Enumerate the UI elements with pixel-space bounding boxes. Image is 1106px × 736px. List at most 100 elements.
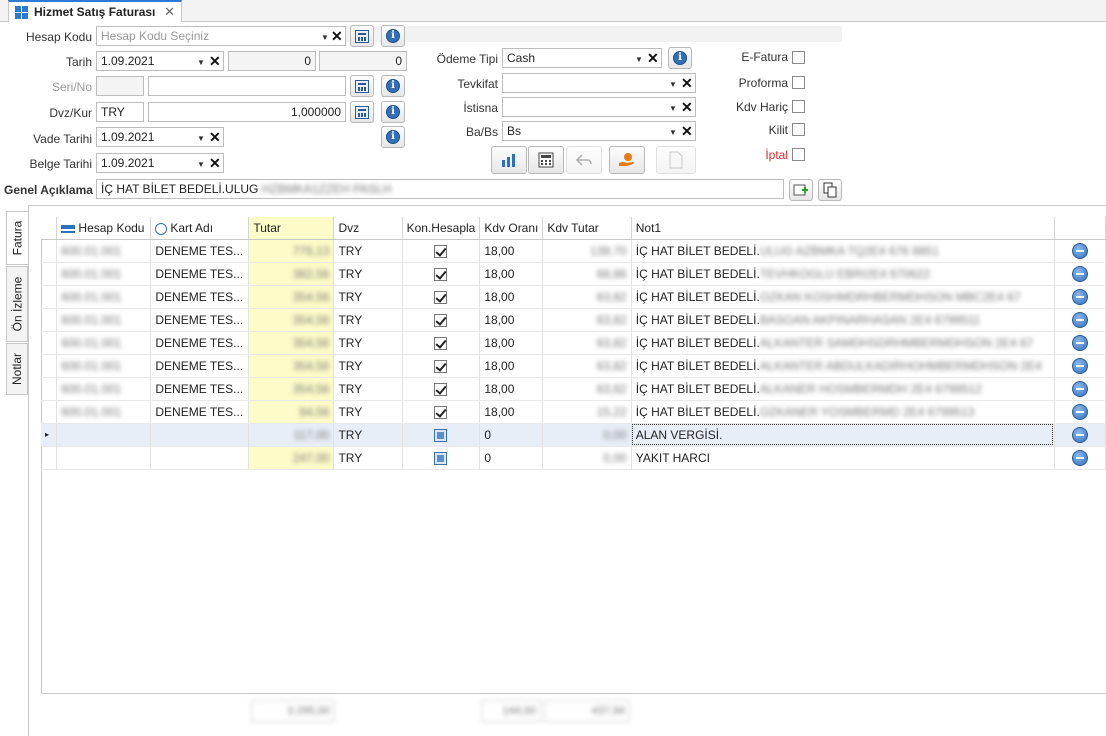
cell-hesap-kodu[interactable]: 600.01.001 — [56, 400, 152, 424]
clear-icon[interactable]: ✕ — [647, 49, 659, 67]
chevron-down-icon[interactable]: ▼ — [197, 54, 205, 70]
cell-hesap-kodu[interactable]: 600.01.001 — [56, 308, 152, 332]
column-tutar[interactable]: Tutar — [248, 217, 335, 240]
cell-kdv-tutar[interactable]: 0,00 — [542, 446, 632, 470]
cell-kdv-tutar[interactable]: 63,82 — [542, 331, 632, 355]
tarih-number-2[interactable]: 0 — [319, 51, 407, 71]
cell-not1[interactable]: İÇ HAT BİLET BEDELİ.ALKANTER SAMDHSDRHMB… — [631, 331, 1055, 355]
cell-kart-adi[interactable]: DENEME TES... — [150, 262, 250, 286]
cell-kdv-orani[interactable]: 0 — [479, 446, 544, 470]
cell-not1[interactable]: İÇ HAT BİLET BEDELİ.BASOAN AKPINARHASAN … — [631, 308, 1055, 332]
cell-kart-adi[interactable]: DENEME TES... — [150, 377, 250, 401]
cell-kdv-tutar[interactable]: 63,82 — [542, 308, 632, 332]
cell-tutar[interactable]: 354,56 — [248, 285, 335, 309]
column-kdv-orani[interactable]: Kdv Oranı — [479, 217, 544, 240]
cell-kart-adi[interactable]: DENEME TES... — [150, 308, 250, 332]
cell-tutar[interactable]: 354,56 — [248, 354, 335, 378]
cell-kdv-orani[interactable]: 0 — [479, 423, 544, 447]
odeme-tipi-select[interactable]: Cash ▼ ✕ — [502, 48, 662, 68]
cell-delete[interactable] — [1054, 400, 1106, 424]
column-not1[interactable]: Not1 — [631, 217, 1055, 240]
cell-kdv-orani[interactable]: 18,00 — [479, 262, 544, 286]
cell-hesap-kodu[interactable] — [56, 423, 152, 447]
remove-row-icon[interactable] — [1071, 380, 1088, 397]
cell-dvz[interactable]: TRY — [333, 423, 403, 447]
remove-row-icon[interactable] — [1071, 403, 1088, 420]
kon-hesapla-checkbox[interactable] — [434, 290, 448, 304]
table-row[interactable]: 600.01.001 DENEME TES... 354,56 TRY 18,00 63,… — [41, 285, 1106, 309]
cell-tutar[interactable]: 247,00 — [248, 446, 335, 470]
row-indicator[interactable]: ▸ — [41, 423, 58, 447]
rate-input[interactable]: 1,000000 — [148, 102, 346, 122]
cell-kon-hesapla[interactable] — [402, 308, 481, 332]
cell-kart-adi[interactable]: DENEME TES... — [150, 354, 250, 378]
column-hesap-kodu[interactable]: Hesap Kodu — [56, 217, 152, 240]
hesap-kodu-calc-button[interactable] — [350, 25, 374, 47]
seri-input[interactable] — [96, 76, 144, 96]
kon-hesapla-checkbox[interactable] — [434, 428, 448, 442]
row-indicator[interactable] — [41, 331, 58, 355]
cell-kdv-orani[interactable]: 18,00 — [479, 308, 544, 332]
cell-kon-hesapla[interactable] — [402, 446, 481, 470]
cell-kdv-tutar[interactable]: 63,82 — [542, 354, 632, 378]
remove-row-icon[interactable] — [1071, 311, 1088, 328]
cell-tutar[interactable]: 776,13 — [248, 239, 335, 263]
cell-kart-adi[interactable] — [150, 446, 250, 470]
row-indicator[interactable] — [41, 446, 58, 470]
remove-row-icon[interactable] — [1071, 265, 1088, 282]
document-button[interactable] — [656, 146, 696, 174]
tevkifat-select[interactable]: ▼ ✕ — [502, 73, 696, 93]
cell-dvz[interactable]: TRY — [333, 377, 403, 401]
cell-delete[interactable] — [1054, 285, 1106, 309]
row-indicator[interactable] — [41, 285, 58, 309]
table-row[interactable]: 600.01.001 DENEME TES... 776,13 TRY 18,00 139… — [41, 239, 1106, 263]
tab-hizmet-satis-faturasi[interactable]: Hizmet Satış Faturası ✕ — [8, 0, 182, 22]
cell-kon-hesapla[interactable] — [402, 400, 481, 424]
cell-kdv-tutar[interactable]: 139,70 — [542, 239, 632, 263]
cell-kdv-tutar[interactable]: 68,86 — [542, 262, 632, 286]
cell-hesap-kodu[interactable]: 600.01.001 — [56, 354, 152, 378]
cell-kon-hesapla[interactable] — [402, 423, 481, 447]
clear-icon[interactable]: ✕ — [681, 98, 693, 116]
row-indicator[interactable] — [41, 239, 58, 263]
cell-tutar[interactable]: 117,00 — [248, 423, 335, 447]
currency-input[interactable]: TRY — [96, 102, 144, 122]
table-row[interactable]: 600.01.001 DENEME TES... 354,56 TRY 18,00 63,… — [41, 331, 1106, 355]
hesap-kodu-input[interactable]: Hesap Kodu Seçiniz ▼ ✕ — [96, 26, 346, 46]
cell-hesap-kodu[interactable]: 600.01.001 — [56, 239, 152, 263]
cell-kon-hesapla[interactable] — [402, 262, 481, 286]
copy-button[interactable] — [818, 179, 842, 201]
odeme-info-button[interactable]: i — [668, 47, 692, 69]
cell-delete[interactable] — [1054, 423, 1106, 447]
cell-hesap-kodu[interactable]: 600.01.001 — [56, 285, 152, 309]
ba-bs-select[interactable]: Bs ▼ ✕ — [502, 121, 696, 141]
chevron-down-icon[interactable]: ▼ — [669, 124, 677, 140]
seri-calc-button[interactable] — [350, 75, 374, 97]
add-note-button[interactable] — [789, 179, 813, 201]
chevron-down-icon[interactable]: ▼ — [197, 156, 205, 172]
cell-tutar[interactable]: 84,56 — [248, 400, 335, 424]
belge-tarihi-input[interactable]: 1.09.2021 ▼ ✕ — [96, 153, 224, 173]
cell-tutar[interactable]: 354,56 — [248, 377, 335, 401]
istisna-select[interactable]: ▼ ✕ — [502, 97, 696, 117]
kon-hesapla-checkbox[interactable] — [434, 336, 448, 350]
kon-hesapla-checkbox[interactable] — [434, 313, 448, 327]
cell-kon-hesapla[interactable] — [402, 354, 481, 378]
cell-delete[interactable] — [1054, 354, 1106, 378]
cell-hesap-kodu[interactable]: 600.01.001 — [56, 377, 152, 401]
e-fatura-checkbox[interactable] — [792, 51, 805, 64]
row-indicator[interactable] — [41, 308, 58, 332]
clear-icon[interactable]: ✕ — [681, 74, 693, 92]
calculator-button[interactable] — [528, 146, 564, 174]
kdv-haric-checkbox[interactable] — [792, 100, 805, 113]
table-row[interactable]: ▸ 117,00 TRY 0 0,00 ALAN VERGİSİ. — [41, 423, 1106, 447]
cell-delete[interactable] — [1054, 446, 1106, 470]
undo-button[interactable] — [566, 146, 602, 174]
kon-hesapla-checkbox[interactable] — [434, 267, 448, 281]
cell-not1[interactable]: ALAN VERGİSİ. — [631, 423, 1055, 447]
cell-not1[interactable]: YAKIT HARCI — [631, 446, 1055, 470]
iptal-checkbox[interactable] — [792, 148, 805, 161]
tab-notlar[interactable]: Notlar — [6, 343, 28, 395]
table-row[interactable]: 600.01.001 DENEME TES... 382,56 TRY 18,00 68,… — [41, 262, 1106, 286]
kur-info-button[interactable]: i — [381, 101, 405, 123]
